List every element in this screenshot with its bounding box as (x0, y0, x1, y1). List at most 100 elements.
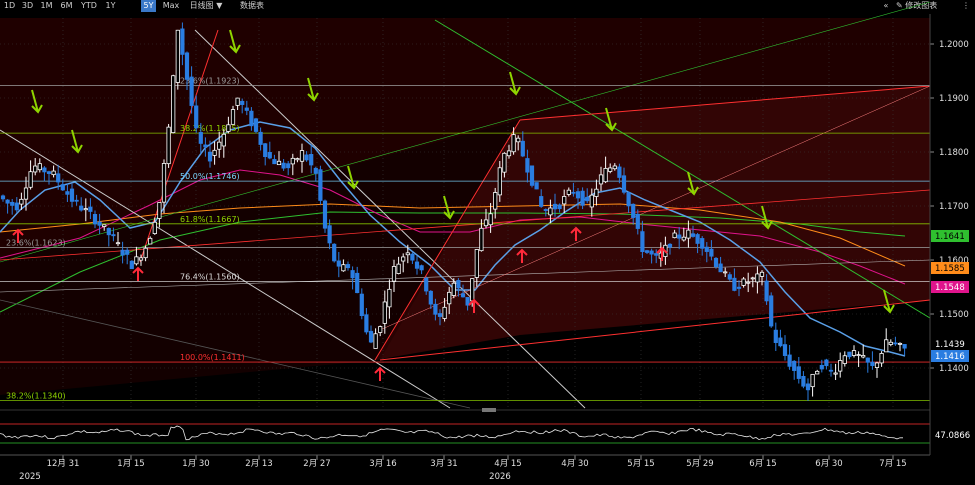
candle-body (838, 360, 843, 372)
x-tick-label: 6月 15 (749, 459, 776, 469)
price-badge: 1.1416 (931, 350, 969, 362)
candle-body (14, 202, 19, 211)
candle-body (341, 264, 346, 272)
oscillator-panel: 47.0866 (0, 423, 975, 444)
price-badge: 1.1641 (931, 230, 969, 242)
x-tick-label: 3月 31 (430, 459, 457, 469)
candle-body (83, 208, 88, 211)
candle (851, 345, 857, 358)
x-tick-label: 3月 16 (369, 459, 396, 469)
candle-body (267, 152, 272, 159)
candle-body (442, 306, 447, 319)
candle-body (42, 167, 47, 173)
candle-body (759, 271, 765, 277)
candle-body (456, 280, 461, 289)
candle-body (755, 273, 760, 283)
candle-body (723, 271, 728, 274)
y-tick-label: 1.1500 (939, 310, 969, 320)
candle-body (391, 266, 397, 282)
candle-body (575, 191, 581, 199)
candle (879, 351, 884, 367)
candle-body (263, 143, 268, 157)
candle-body (396, 263, 401, 275)
candle-body (612, 165, 617, 170)
candle-body (815, 370, 820, 375)
candle-body (378, 326, 383, 333)
candle-body (626, 192, 631, 207)
candle-body (621, 175, 627, 193)
candle-body (704, 246, 709, 252)
candle-body (483, 219, 489, 227)
candle-body (332, 243, 337, 262)
candle (529, 165, 535, 188)
candle-body (879, 353, 884, 364)
price-badges: 1.1641 1.1585 1.1548 1.1439 1.1416 (931, 230, 969, 362)
candle (847, 351, 852, 360)
x-tick-label: 4月 15 (494, 459, 521, 469)
candle-body (764, 280, 769, 302)
x-tick-label: 1月 15 (117, 459, 144, 469)
x-tick-label: 4月 30 (561, 459, 588, 469)
candle (824, 358, 829, 370)
candle (792, 360, 797, 380)
candle-body (60, 184, 65, 191)
candle-body (713, 257, 719, 268)
candle-body (69, 188, 75, 202)
candle-body (902, 344, 907, 349)
candle (129, 260, 134, 270)
candle-body (874, 362, 880, 368)
candle-body (792, 360, 797, 371)
candle-body (217, 141, 222, 150)
candle-body (414, 261, 420, 269)
candle-body (516, 137, 521, 143)
candle-body (644, 250, 650, 253)
candle-body (861, 355, 866, 358)
candle-body (166, 126, 171, 165)
candle (893, 336, 898, 346)
candle-body (97, 221, 102, 226)
chart-window: 1D 3D 1M 6M YTD 1Y 5Y Max 日线图 ▼ 数据表 « ✎ … (0, 0, 975, 485)
candle-body (736, 286, 742, 289)
x-tick-label: 2月 27 (303, 459, 330, 469)
candle-body (608, 167, 613, 172)
candle-body (23, 187, 29, 200)
panel-resize-handle[interactable] (482, 408, 496, 412)
candle-body (226, 124, 231, 132)
candle (534, 182, 539, 190)
candle-body (171, 75, 176, 134)
fib-label: 38.2%(1.1835) (180, 124, 240, 133)
candle-body (79, 205, 84, 211)
candle-body (782, 344, 788, 356)
candle (815, 369, 820, 375)
x-tick-label: 1月 30 (182, 459, 209, 469)
candle-body (194, 105, 199, 129)
candle-body (709, 248, 714, 257)
candle-body (258, 131, 263, 145)
candle-body (718, 263, 723, 273)
candle-body (249, 110, 254, 127)
candle (801, 371, 806, 389)
fib-label: 100.0%(1.1411) (180, 353, 245, 362)
candle-body (773, 329, 778, 343)
candle-body (309, 153, 314, 166)
candle-body (405, 252, 410, 256)
candle-body (161, 163, 167, 203)
candle-body (345, 264, 351, 269)
candle-body (562, 196, 567, 205)
candle-body (451, 282, 456, 296)
candle-body (539, 196, 544, 207)
candle-body (0, 195, 6, 200)
candle-body (410, 253, 415, 261)
y-tick-label: 1.1400 (939, 364, 969, 374)
candle-body (304, 154, 309, 161)
candle-body (690, 233, 696, 237)
candle-body (695, 234, 700, 244)
candle-body (125, 249, 130, 255)
candle-body (5, 199, 10, 204)
candle-body (865, 357, 870, 363)
candle-body (667, 243, 673, 248)
candle-body (529, 165, 535, 186)
candle-body (474, 249, 479, 278)
candle-body (221, 133, 226, 147)
oscillator-line (0, 425, 903, 441)
